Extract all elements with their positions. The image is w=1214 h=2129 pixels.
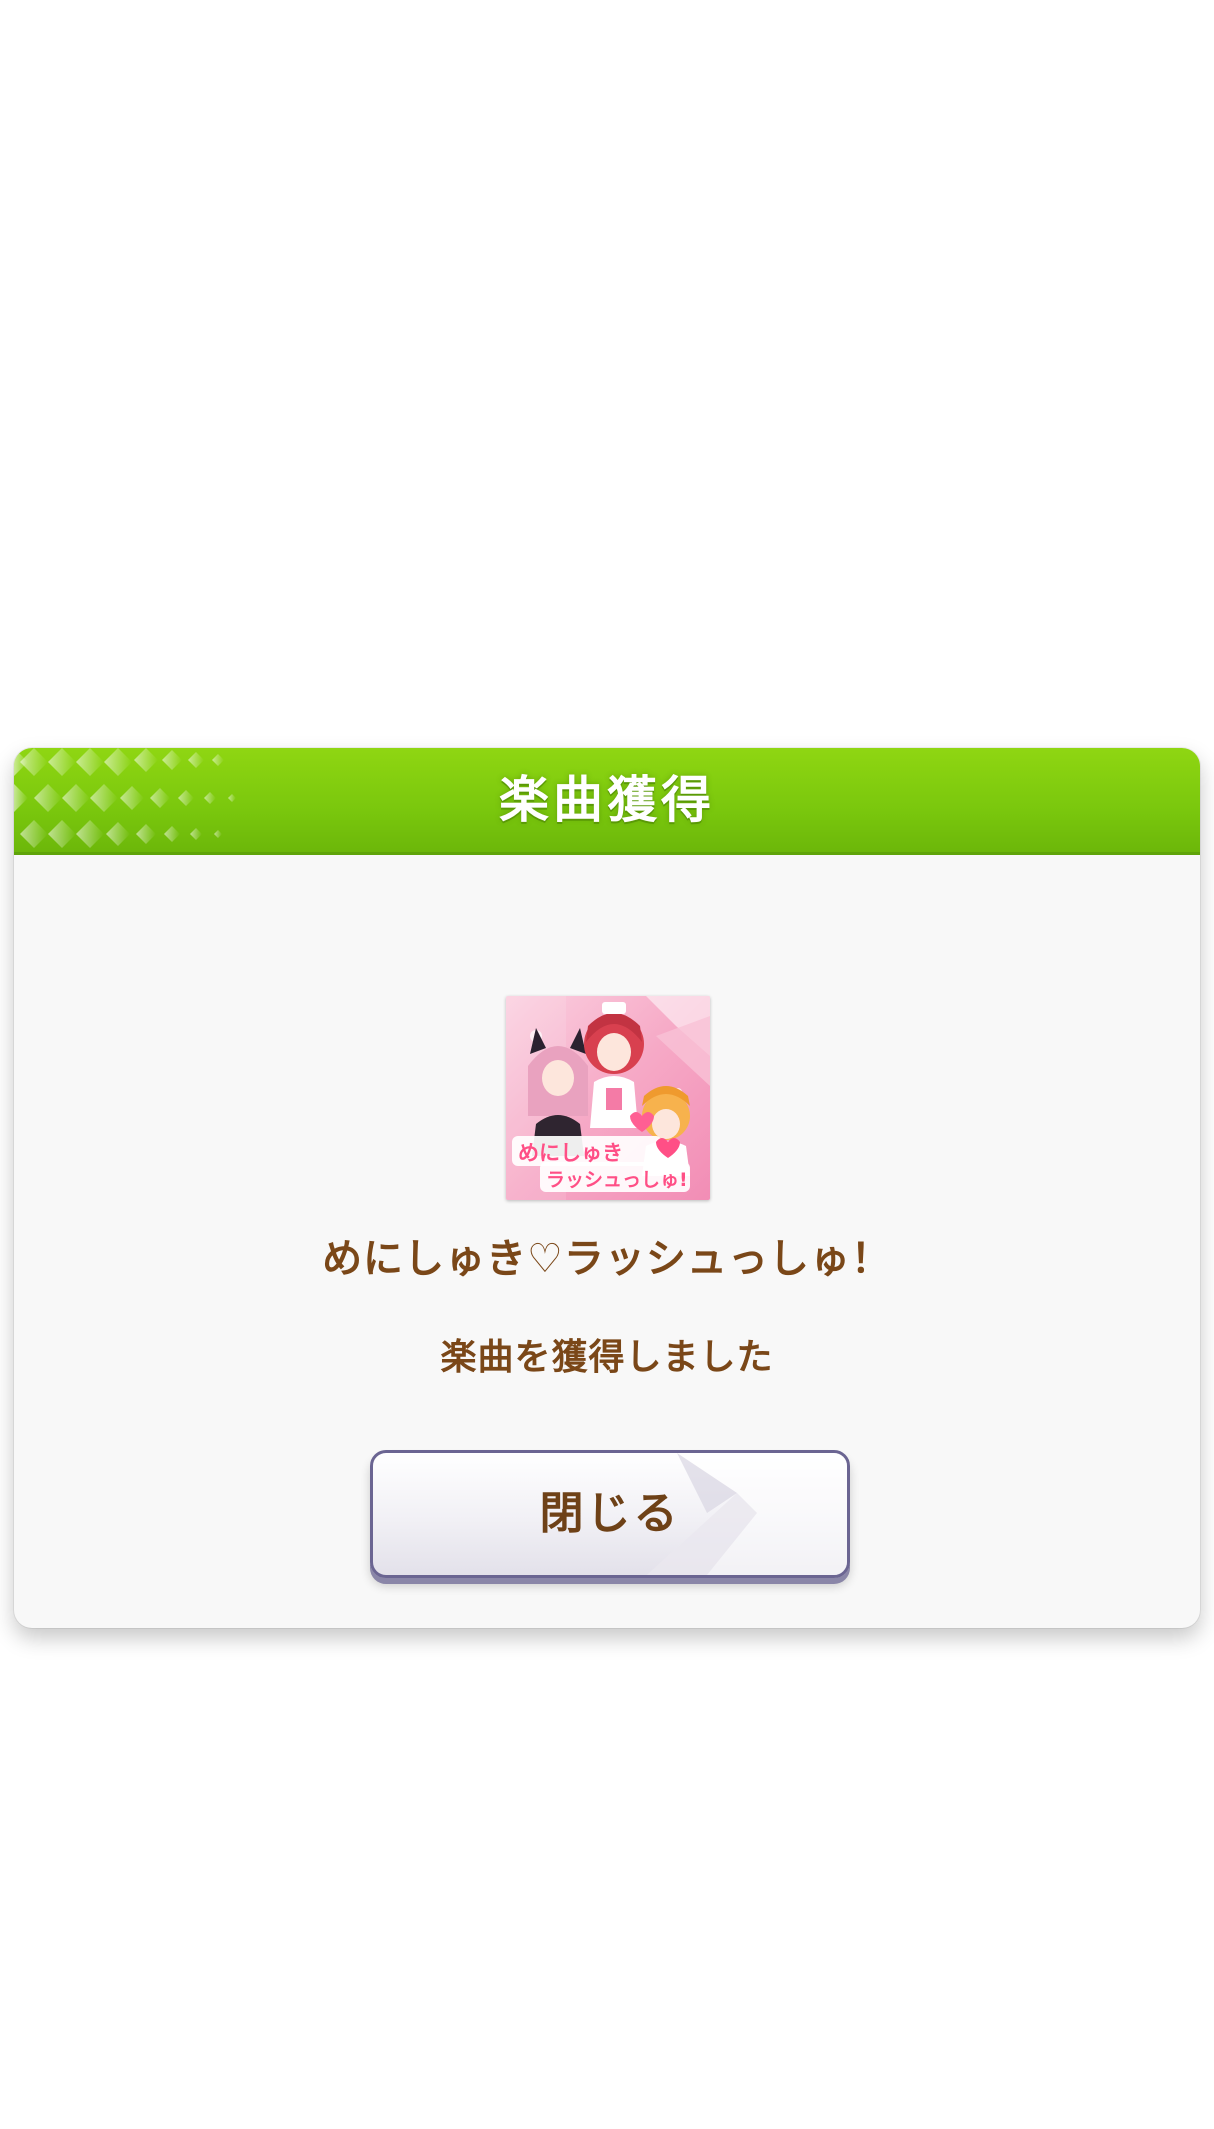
- dialog-title: 楽曲獲得: [499, 771, 715, 829]
- song-title: めにしゅき♡ラッシュっしゅ！: [322, 1236, 892, 1282]
- close-button[interactable]: 閉じる: [370, 1450, 850, 1578]
- song-jacket-image: めにしゅき ラッシュっしゅ!: [506, 996, 710, 1200]
- song-acquired-dialog: 楽曲獲得 めにしゅき ラッシュっしゅ! めにしゅき♡ラッシュっしゅ！ 楽曲を獲得…: [14, 748, 1200, 1628]
- jacket-logo-line2: ラッシュっしゅ!: [546, 1169, 688, 1191]
- jacket-artwork: めにしゅき ラッシュっしゅ!: [506, 996, 710, 1200]
- dialog-header: 楽曲獲得: [14, 748, 1200, 855]
- close-button-label: 閉じる: [539, 1488, 681, 1539]
- screen: 楽曲獲得 めにしゅき ラッシュっしゅ! めにしゅき♡ラッシュっしゅ！ 楽曲を獲得…: [0, 0, 1214, 2129]
- acquired-message: 楽曲を獲得しました: [440, 1337, 774, 1378]
- jacket-logo-line1: めにしゅき: [518, 1141, 623, 1165]
